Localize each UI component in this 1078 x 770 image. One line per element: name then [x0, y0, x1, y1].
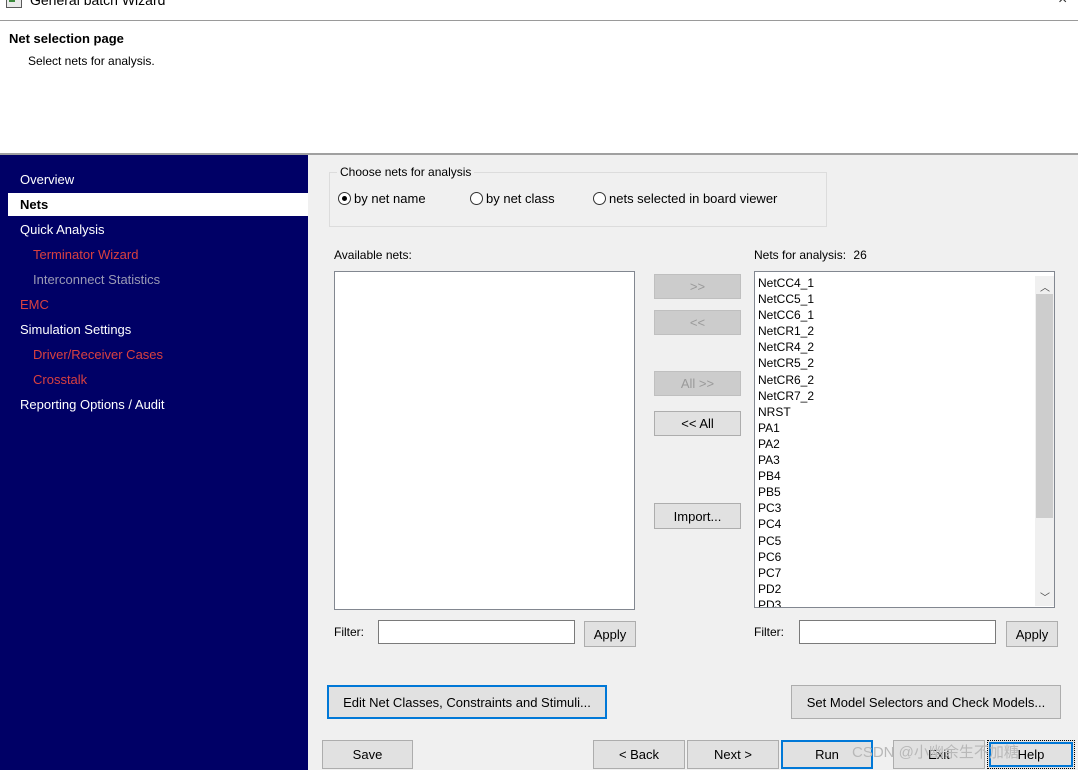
window-title: General batch Wizard — [30, 0, 166, 8]
nets-for-analysis-count: 26 — [853, 248, 867, 262]
remove-all-button[interactable]: << All — [654, 411, 741, 436]
list-item[interactable]: NRST — [755, 404, 1035, 420]
edit-net-classes-button[interactable]: Edit Net Classes, Constraints and Stimul… — [327, 685, 607, 719]
radio-indicator — [470, 192, 483, 205]
filter-label-left: Filter: — [334, 625, 364, 639]
filter-label-right: Filter: — [754, 625, 784, 639]
list-item[interactable]: PC4 — [755, 516, 1035, 532]
list-item[interactable]: NetCC4_1 — [755, 275, 1035, 291]
list-item[interactable]: PD2 — [755, 581, 1035, 597]
next-button[interactable]: Next > — [687, 740, 779, 769]
scrollbar-thumb[interactable] — [1036, 294, 1053, 518]
save-button[interactable]: Save — [322, 740, 413, 769]
list-item[interactable]: PA3 — [755, 452, 1035, 468]
radio-label: by net name — [354, 191, 426, 206]
filter-input-right[interactable] — [799, 620, 996, 644]
app-icon — [6, 0, 22, 8]
sidebar-item-terminator-wizard[interactable]: Terminator Wizard — [33, 247, 138, 262]
scroll-up-icon[interactable]: ︿ — [1040, 279, 1050, 294]
list-item[interactable]: NetCR1_2 — [755, 323, 1035, 339]
radio-by-net-class[interactable]: by net class — [470, 191, 555, 206]
add-selected-button[interactable]: >> — [654, 274, 741, 299]
add-all-button[interactable]: All >> — [654, 371, 741, 396]
list-item[interactable]: PC7 — [755, 565, 1035, 581]
sidebar-item-quick-analysis[interactable]: Quick Analysis — [20, 222, 105, 237]
list-item[interactable]: PC6 — [755, 549, 1035, 565]
available-nets-list[interactable] — [334, 271, 635, 610]
list-item[interactable]: NetCC6_1 — [755, 307, 1035, 323]
sidebar-item-nets[interactable]: Nets — [20, 197, 48, 212]
radio-label: by net class — [486, 191, 555, 206]
nets-for-analysis-list[interactable]: NetCC4_1 NetCC5_1 NetCC6_1 NetCR1_2 NetCR4_2… — [754, 271, 1055, 608]
nets-for-analysis-items: NetCC4_1 NetCC5_1 NetCC6_1 NetCR1_2 NetCR4_2… — [755, 272, 1035, 607]
import-button[interactable]: Import... — [654, 503, 741, 529]
back-button[interactable]: < Back — [593, 740, 685, 769]
list-item[interactable]: PA1 — [755, 420, 1035, 436]
choose-nets-legend: Choose nets for analysis — [337, 165, 475, 179]
list-item[interactable]: PC5 — [755, 533, 1035, 549]
list-item[interactable]: PA2 — [755, 436, 1035, 452]
apply-filter-left-button[interactable]: Apply — [584, 621, 636, 647]
list-item[interactable]: NetCC5_1 — [755, 291, 1035, 307]
sidebar-item-driver-receiver-cases[interactable]: Driver/Receiver Cases — [33, 347, 163, 362]
sidebar-selection-highlight — [8, 193, 308, 216]
scroll-down-icon[interactable]: ﹀ — [1040, 589, 1050, 604]
close-icon[interactable]: × — [1058, 0, 1067, 9]
filter-input-left[interactable] — [378, 620, 575, 644]
list-item[interactable]: NetCR7_2 — [755, 388, 1035, 404]
list-item[interactable]: NetCR5_2 — [755, 355, 1035, 371]
apply-filter-right-button[interactable]: Apply — [1006, 621, 1058, 647]
list-item[interactable]: PD3 — [755, 597, 1035, 607]
list-item[interactable]: NetCR4_2 — [755, 339, 1035, 355]
sidebar-item-reporting-options[interactable]: Reporting Options / Audit — [20, 397, 165, 412]
set-model-selectors-button[interactable]: Set Model Selectors and Check Models... — [791, 685, 1061, 719]
page-title: Net selection page — [9, 31, 124, 46]
sidebar-item-simulation-settings[interactable]: Simulation Settings — [20, 322, 131, 337]
radio-by-net-name[interactable]: by net name — [338, 191, 426, 206]
sidebar-item-crosstalk[interactable]: Crosstalk — [33, 372, 87, 387]
page-subtitle: Select nets for analysis. — [28, 54, 155, 68]
list-item[interactable]: PC3 — [755, 500, 1035, 516]
radio-nets-in-board-viewer[interactable]: nets selected in board viewer — [593, 191, 777, 206]
list-item[interactable]: PB4 — [755, 468, 1035, 484]
watermark-text: CSDN @小幽余生不加糖 — [852, 744, 1019, 761]
sidebar-item-emc[interactable]: EMC — [20, 297, 49, 312]
sidebar-item-overview[interactable]: Overview — [20, 172, 74, 187]
nets-for-analysis-label: Nets for analysis: 26 — [754, 248, 867, 262]
available-nets-label: Available nets: — [334, 248, 412, 262]
radio-indicator — [593, 192, 606, 205]
list-item[interactable]: NetCR6_2 — [755, 372, 1035, 388]
radio-indicator — [338, 192, 351, 205]
sidebar-item-interconnect-statistics: Interconnect Statistics — [33, 272, 161, 287]
list-item[interactable]: PB5 — [755, 484, 1035, 500]
radio-label: nets selected in board viewer — [609, 191, 778, 206]
remove-selected-button[interactable]: << — [654, 310, 741, 335]
nets-for-analysis-title: Nets for analysis: — [754, 248, 847, 262]
